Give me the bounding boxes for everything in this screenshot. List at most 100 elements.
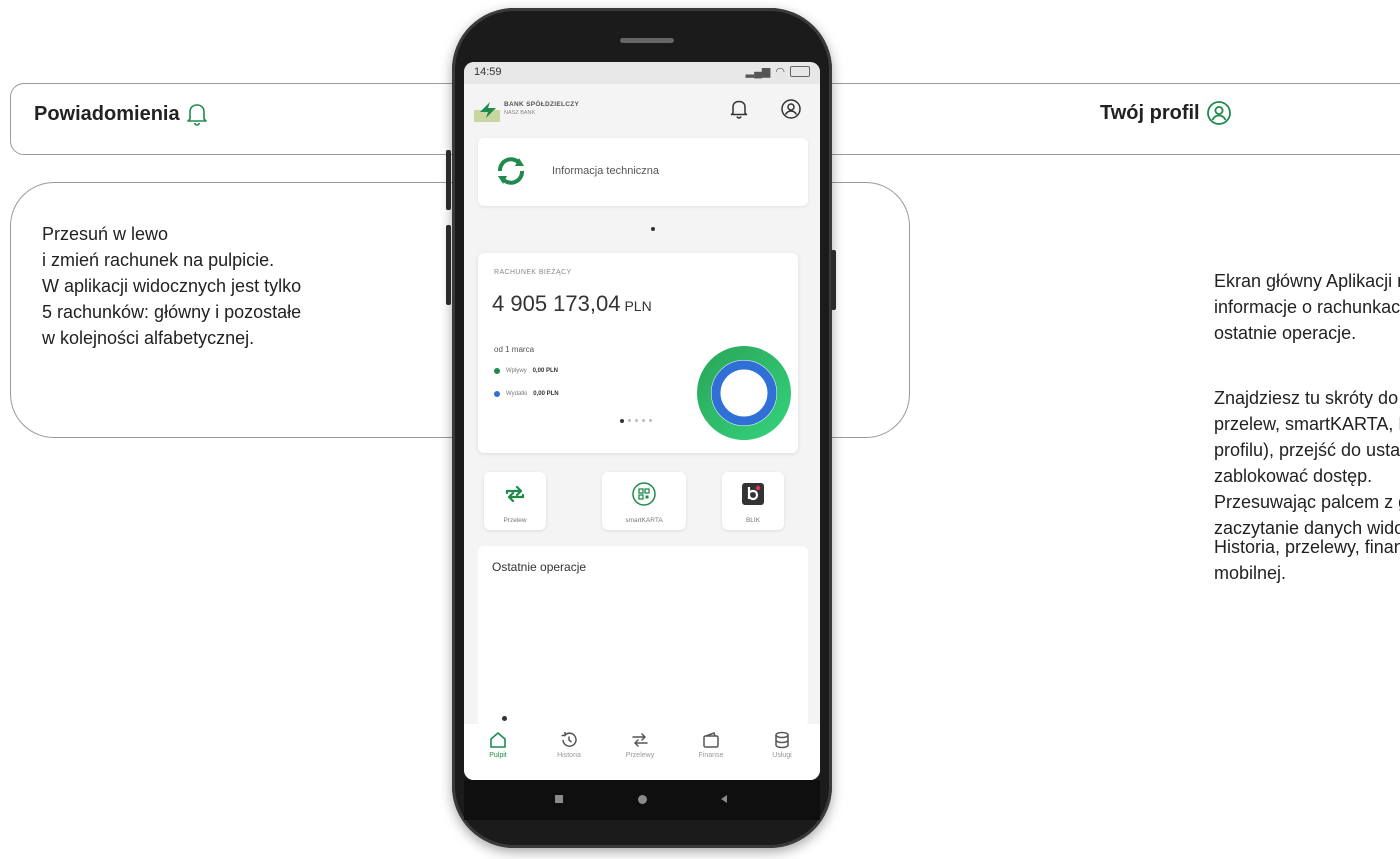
phone-earpiece: [620, 38, 674, 43]
swipe-line: w kolejności alfabetycznej.: [42, 328, 255, 348]
legend-income-label: Wpływy: [506, 368, 527, 374]
shortcut-blik[interactable]: BLIK: [722, 472, 784, 530]
info-paragraph-3: Historia, przelewy, finanse mobilnej.: [1214, 534, 1400, 586]
info-line: Historia, przelewy, finanse: [1214, 537, 1400, 557]
transfers-icon: [632, 733, 648, 747]
shortcut-przelew[interactable]: Przelew: [484, 472, 546, 530]
history-icon: [561, 732, 577, 747]
profile-button-icon[interactable]: [780, 98, 802, 120]
info-line: Ekran główny Aplikacji mo: [1214, 271, 1400, 291]
status-time: 14:59: [474, 66, 502, 78]
shortcut-smartkarta[interactable]: smartKARTA: [602, 472, 686, 530]
info-line: Przesuwając palcem z gór: [1214, 492, 1400, 512]
account-pager-dot: [642, 419, 645, 422]
notifications-callout-label: Powiadomienia: [34, 102, 180, 125]
swipe-callout-text: Przesuń w lewo i zmień rachunek na pulpi…: [42, 221, 402, 351]
tech-info-label: Informacja techniczna: [552, 165, 659, 177]
bell-icon: [186, 104, 207, 126]
wallet-icon: [703, 732, 719, 748]
nav-finanse[interactable]: Finanse: [683, 730, 739, 759]
swipe-line: W aplikacji widocznych jest tylko: [42, 276, 302, 296]
legend-dot-income: [494, 368, 500, 374]
info-line: przelew, smartKARTA, BLIK: [1214, 414, 1400, 434]
nav-przelewy[interactable]: Przelewy: [612, 730, 668, 759]
legend-expense-value: 0,00 PLN: [533, 391, 559, 397]
signal-icon: ▂▄▆: [745, 66, 771, 78]
info-paragraph-1: Ekran główny Aplikacji mo informacje o r…: [1214, 268, 1400, 346]
account-balance-amount: 4 905 173,04: [492, 291, 621, 316]
legend-income: Wpływy 0,00 PLN: [494, 368, 558, 374]
back-button-icon[interactable]: [719, 794, 729, 804]
legend-income-value: 0,00 PLN: [532, 368, 559, 374]
account-pager-dot: [649, 419, 652, 422]
account-pager: [620, 418, 652, 423]
nav-przelewy-label: Przelewy: [625, 752, 655, 759]
bank-name: BANK SPÓŁDZIELCZY: [504, 101, 580, 108]
nav-pulpit[interactable]: Pulpit: [470, 730, 526, 759]
recent-pager-dot: [502, 716, 507, 721]
app-screen: 14:59 ▂▄▆ ◠ BANK SPÓŁDZIELCZY NASZ BANK: [464, 62, 820, 780]
account-period: od 1 marca: [494, 345, 535, 354]
account-balance-currency: PLN: [624, 298, 652, 314]
qr-code-icon: [632, 482, 656, 506]
phone-volume-button: [446, 225, 451, 305]
info-paragraph-2: Znajdziesz tu skróty do naj przelew, sma…: [1214, 385, 1400, 541]
nav-finanse-label: Finanse: [698, 752, 724, 759]
home-button-icon[interactable]: [637, 794, 648, 805]
notifications-bell-icon[interactable]: [728, 98, 750, 120]
transfer-icon: [505, 485, 525, 503]
swipe-line: 5 rachunków: główny i pozostałe: [42, 302, 302, 322]
legend-dot-expense: [494, 391, 500, 397]
nav-historia[interactable]: Historia: [541, 730, 597, 759]
account-pager-dot-active: [620, 418, 624, 423]
app-header: BANK SPÓŁDZIELCZY NASZ BANK: [464, 84, 820, 136]
swipe-line: i zmień rachunek na pulpicie.: [42, 250, 275, 270]
info-line: Znajdziesz tu skróty do naj: [1214, 388, 1400, 408]
account-pager-dot: [635, 419, 638, 422]
info-line: informacje o rachunkach: s: [1214, 297, 1400, 317]
legend-expense-label: Wydatki: [506, 391, 528, 397]
android-navigation-bar: [464, 780, 820, 820]
swipe-line: Przesuń w lewo: [42, 224, 169, 244]
bank-subtitle: NASZ BANK: [504, 110, 536, 116]
battery-icon: [790, 66, 810, 77]
info-line: profilu), przejść do ustaw: [1214, 440, 1400, 460]
balance-donut-chart: [697, 346, 791, 440]
blik-icon: [742, 483, 764, 505]
profile-icon: [1206, 101, 1231, 125]
profile-callout-title: Twój profil: [1100, 100, 1232, 126]
info-line: ostatnie operacje.: [1214, 323, 1357, 343]
info-line: zablokować dostęp.: [1214, 466, 1373, 486]
nav-pulpit-label: Pulpit: [489, 752, 507, 759]
nav-historia-label: Historia: [557, 752, 581, 759]
phone-power-button: [831, 250, 836, 310]
shortcut-przelew-label: Przelew: [503, 517, 527, 524]
status-icons: ▂▄▆ ◠: [746, 65, 810, 78]
status-bar: 14:59 ▂▄▆ ◠: [464, 62, 820, 84]
refresh-icon: [498, 157, 524, 185]
nav-uslugi[interactable]: Usługi: [754, 730, 810, 759]
recents-button-icon[interactable]: [554, 794, 564, 804]
home-icon: [490, 732, 506, 748]
phone-volume-button: [446, 150, 451, 210]
account-card[interactable]: RACHUNEK BIEŻĄCY 4 905 173,04 PLN od 1 ma…: [478, 253, 798, 453]
services-icon: [775, 731, 789, 749]
bank-logo: [474, 102, 500, 122]
tech-info-card[interactable]: Informacja techniczna: [478, 138, 808, 206]
info-pager-dot: [651, 227, 655, 231]
recent-operations-card: Ostatnie operacje: [478, 546, 808, 726]
info-line: mobilnej.: [1214, 563, 1287, 583]
wifi-icon: ◠: [775, 66, 785, 78]
account-pager-dot: [628, 419, 631, 422]
legend-expense: Wydatki 0,00 PLN: [494, 391, 559, 397]
bottom-navigation: Pulpit Historia Przelewy Finanse Usługi: [464, 724, 820, 780]
recent-operations-title: Ostatnie operacje: [492, 560, 587, 574]
shortcut-blik-label: BLIK: [745, 517, 761, 524]
profile-callout-frame: [772, 83, 1400, 155]
shortcut-smartkarta-label: smartKARTA: [625, 517, 663, 524]
account-balance: 4 905 173,04 PLN: [492, 291, 652, 317]
profile-callout-label: Twój profil: [1100, 101, 1200, 124]
account-type: RACHUNEK BIEŻĄCY: [494, 269, 572, 276]
nav-uslugi-label: Usługi: [772, 752, 792, 759]
notifications-callout-title: Powiadomienia: [34, 102, 208, 126]
